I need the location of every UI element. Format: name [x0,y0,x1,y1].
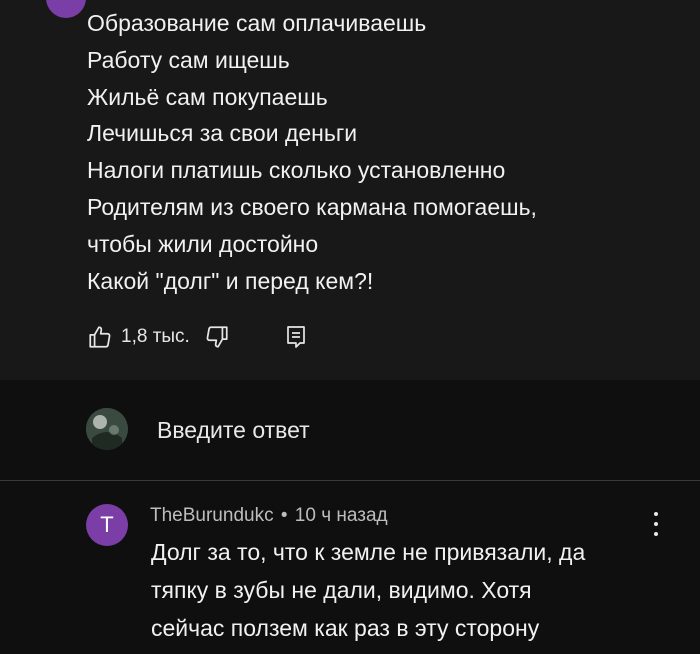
thumbs-down-icon[interactable] [204,324,230,350]
comment-line: Образование сам оплачиваешь [87,10,427,36]
comment-meta: TheBurundukc • 10 ч назад [150,505,388,527]
more-options-icon[interactable] [652,512,660,536]
comment-line: Жильё сам покупаешь [87,83,328,110]
avatar[interactable] [46,0,86,18]
comment-line: Налоги платишь сколько установленно [87,157,506,184]
comment-line: Работу сам ищешь [87,46,290,73]
thumbs-up-icon[interactable] [87,324,113,350]
comment-line: Какой "долг" и перед кем?! [87,267,374,294]
avatar[interactable]: T [86,504,128,546]
divider [0,480,700,481]
comment-time: 10 ч назад [294,505,388,526]
like-count: 1,8 тыс. [121,326,190,347]
reply-input[interactable]: Введите ответ [157,417,310,444]
reply-comment-icon[interactable] [284,324,308,350]
comment-line: тяпку в зубы не дали, видимо. Хотя [151,577,532,603]
comment-line: Долг за то, что к земле не привязали, да [151,539,586,565]
reply-box: Введите ответ [0,380,700,480]
comment-body: Долг за то, что к земле не привязали, да… [151,533,651,647]
comment-card: Образование сам оплачиваешь Работу сам и… [0,0,700,380]
author-name[interactable]: TheBurundukc [150,505,274,526]
comment-line: чтобы жили достойно [87,230,319,257]
comment-line: сейчас ползем как раз в эту сторону [151,615,540,641]
user-avatar[interactable] [86,408,128,450]
avatar-letter: T [100,512,114,537]
comment-body: Образование сам оплачиваешь Работу сам и… [87,5,677,299]
comment-line: Родителям из своего кармана помогаешь, [87,193,537,220]
meta-separator: • [280,505,288,526]
comment-line: Лечишься за свои деньги [87,120,358,147]
comment-actions: 1,8 тыс. [87,320,308,354]
